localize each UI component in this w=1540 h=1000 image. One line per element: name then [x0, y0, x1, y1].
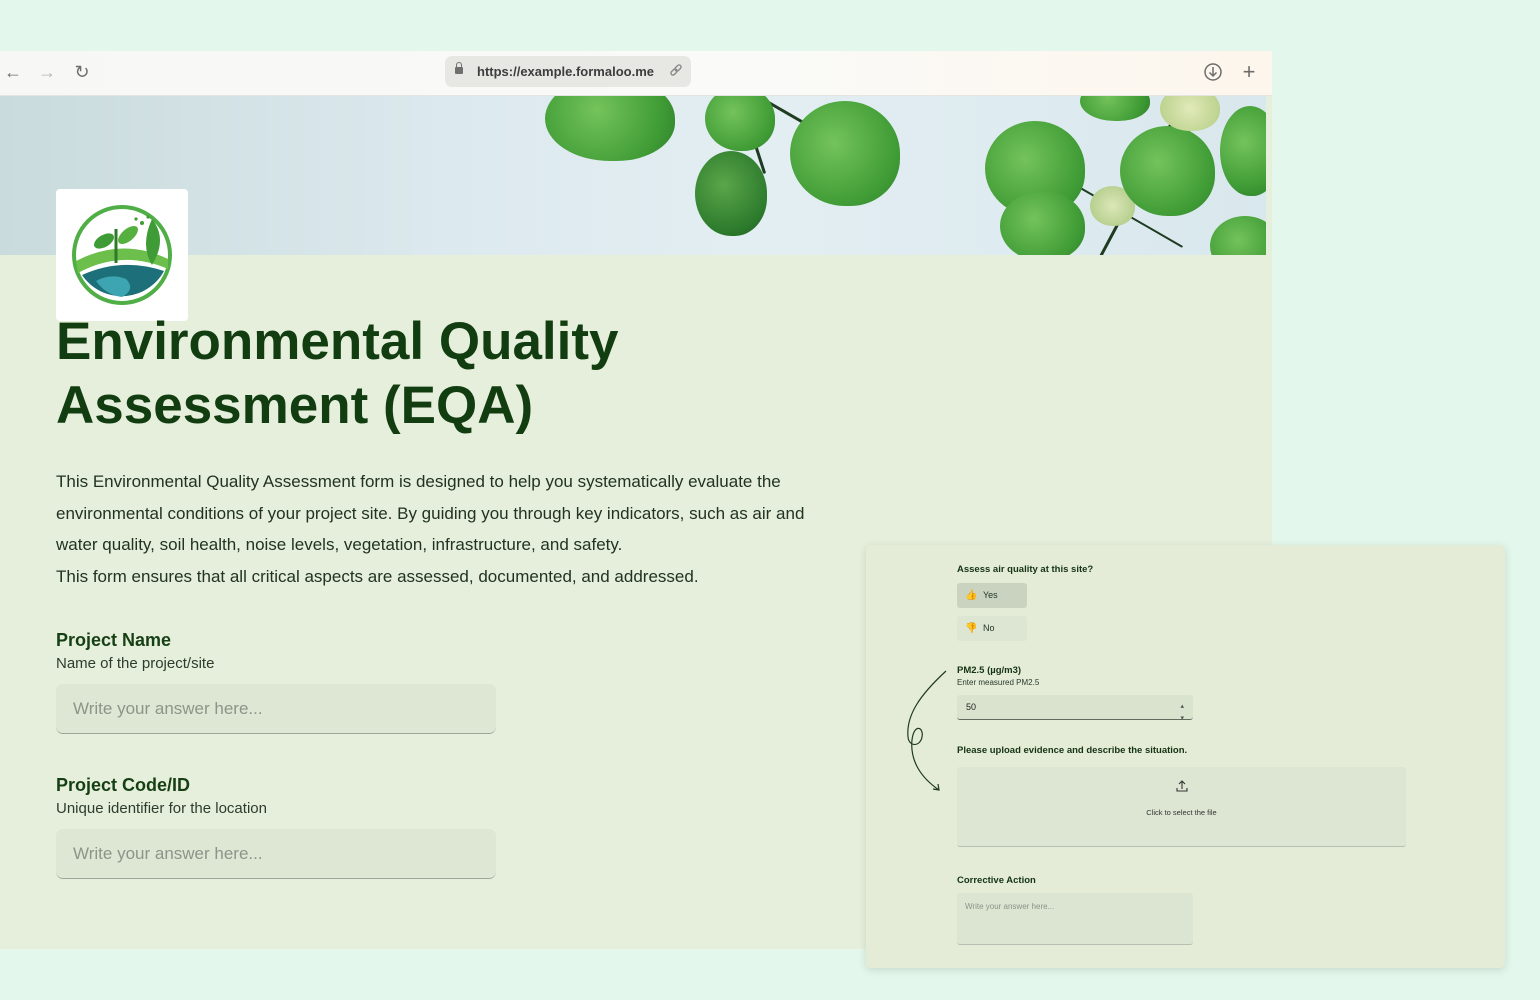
project-name-label: Project Name	[56, 630, 172, 650]
no-label: No	[983, 623, 995, 633]
pm25-field: PM2.5 (µg/m3) Enter measured PM2.5	[957, 665, 1039, 687]
new-tab-icon[interactable]: +	[1238, 61, 1260, 83]
upload-icon	[957, 779, 1406, 796]
project-code-field: Project Code/ID Unique identifier for th…	[56, 775, 876, 879]
back-arrow-icon[interactable]: ←	[2, 61, 24, 83]
no-choice[interactable]: 👎 No	[957, 616, 1027, 641]
thumbs-up-icon: 👍	[965, 590, 978, 601]
curved-arrow-icon	[907, 670, 947, 791]
project-name-field: Project Name Name of the project/site Wr…	[56, 630, 876, 734]
project-name-help: Name of the project/site	[56, 655, 215, 672]
title-line-2: Assessment (EQA)	[56, 376, 534, 435]
title-line-1: Environmental Quality	[56, 312, 619, 371]
pm25-number-input[interactable]: 50 ▴ ▾	[957, 695, 1193, 722]
forward-arrow-icon[interactable]: →	[36, 61, 58, 83]
description-line: This Environmental Quality Assessment fo…	[56, 472, 781, 491]
reload-icon[interactable]: ↻	[71, 61, 93, 83]
download-icon[interactable]	[1202, 61, 1224, 83]
pm25-value: 50	[966, 702, 977, 712]
description-line: This form ensures that all critical aspe…	[56, 566, 699, 586]
description-line: water quality, soil health, noise levels…	[56, 535, 623, 554]
pm25-help: Enter measured PM2.5	[957, 678, 1040, 687]
form-title: Environmental Quality Assessment (EQA)	[56, 310, 876, 438]
browser-toolbar: ← → ↻ https://example.formaloo.me +	[0, 51, 1272, 96]
upload-text: Click to select the file	[1146, 808, 1217, 817]
yes-choice[interactable]: 👍 Yes	[957, 583, 1027, 608]
corrective-action-input[interactable]: Write your answer here...	[957, 893, 1193, 945]
description-line: environmental conditions of your project…	[56, 503, 805, 523]
preview-panel: Assess air quality at this site? 👍 Yes 👎…	[866, 545, 1505, 968]
header-banner-image	[0, 96, 1266, 255]
lock-icon	[455, 62, 463, 74]
project-name-input[interactable]: Write your answer here...	[56, 684, 496, 734]
air-quality-question: Assess air quality at this site?	[957, 564, 1094, 575]
form-content: Environmental Quality Assessment (EQA) T…	[56, 310, 876, 879]
stepper-icon[interactable]: ▴ ▾	[1180, 701, 1184, 725]
project-code-input[interactable]: Write your answer here...	[56, 829, 496, 879]
link-icon[interactable]	[669, 56, 683, 98]
upload-label: Please upload evidence and describe the …	[957, 745, 1188, 756]
thumbs-down-icon: 👎	[965, 623, 978, 634]
file-upload-dropzone[interactable]: Click to select the file	[957, 767, 1406, 847]
project-code-help: Unique identifier for the location	[56, 800, 267, 817]
address-bar[interactable]: https://example.formaloo.me	[445, 56, 691, 87]
pm25-label: PM2.5 (µg/m3)	[957, 665, 1022, 676]
url-text: https://example.formaloo.me	[477, 64, 654, 79]
project-code-label: Project Code/ID	[56, 775, 191, 795]
company-logo	[56, 189, 188, 321]
yes-label: Yes	[983, 590, 998, 600]
form-description: This Environmental Quality Assessment fo…	[56, 466, 876, 592]
corrective-action-label: Corrective Action	[957, 875, 1036, 886]
